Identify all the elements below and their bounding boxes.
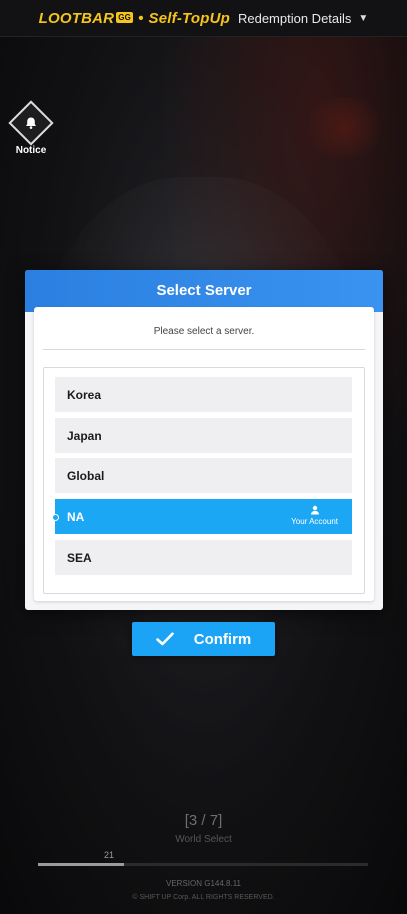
selected-indicator	[52, 514, 59, 521]
dialog-subtitle: Please select a server.	[153, 326, 255, 337]
loading-progress-bar	[38, 863, 368, 866]
top-bar: LOOTBAR GG • Self-TopUp Redemption Detai…	[0, 0, 407, 37]
redemption-details-label: Redemption Details	[237, 10, 352, 26]
your-account-label: Your Account	[291, 517, 338, 526]
server-list: Korea Japan Global NA Your Account SEA	[43, 367, 365, 594]
notice-button[interactable]: Notice	[8, 100, 54, 156]
step-counter: [3 / 7]	[184, 812, 223, 829]
confirm-label: Confirm	[193, 630, 252, 648]
brand-tag: GG	[116, 11, 134, 23]
brand-product: Self-TopUp	[148, 9, 230, 27]
step-label: World Select	[175, 834, 232, 845]
your-account-badge: Your Account	[291, 505, 338, 526]
brand-logo[interactable]: LOOTBAR GG • Self-TopUp	[39, 10, 230, 27]
progress-fill	[38, 863, 124, 866]
confirm-button[interactable]: Confirm	[132, 622, 275, 656]
select-server-dialog: Select Server Please select a server. Ko…	[25, 270, 383, 610]
redemption-details-dropdown[interactable]: Redemption Details ▼	[238, 11, 368, 26]
copyright-text: © SHIFT UP Corp. ALL RIGHTS RESERVED.	[132, 894, 275, 901]
bell-icon	[26, 117, 36, 129]
notice-label: Notice	[15, 145, 47, 156]
server-name: Korea	[67, 387, 102, 402]
server-name: Japan	[67, 428, 102, 443]
version-text: VERSION G144.8.11	[166, 879, 241, 888]
check-icon	[155, 632, 174, 646]
user-icon	[310, 505, 319, 515]
brand-name: LOOTBAR	[38, 9, 115, 27]
dialog-title: Select Server	[25, 270, 383, 312]
server-option-sea[interactable]: SEA	[55, 540, 352, 575]
server-option-japan[interactable]: Japan	[55, 418, 352, 453]
server-option-na[interactable]: NA Your Account	[52, 499, 352, 534]
server-name: NA	[67, 509, 85, 524]
progress-value: 21	[104, 850, 115, 860]
dialog-card: Please select a server. Korea Japan Glob…	[34, 307, 374, 601]
server-name: Global	[67, 468, 105, 483]
notice-frame	[8, 100, 54, 146]
server-option-korea[interactable]: Korea	[55, 377, 352, 412]
divider	[43, 349, 365, 350]
brand-separator: •	[138, 9, 144, 27]
server-option-global[interactable]: Global	[55, 458, 352, 493]
server-name: SEA	[67, 550, 92, 565]
chevron-down-icon: ▼	[358, 12, 369, 24]
